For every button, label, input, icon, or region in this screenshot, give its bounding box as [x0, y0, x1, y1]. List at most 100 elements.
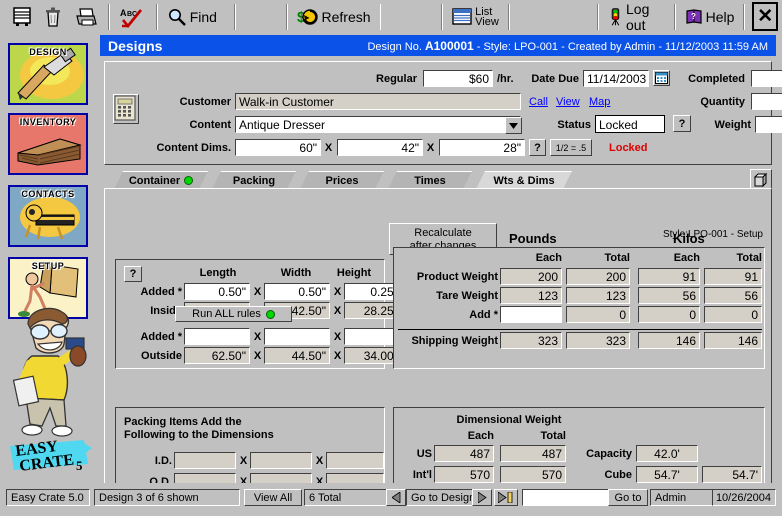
wt-tare-total-lb[interactable]: 123 [566, 287, 630, 304]
wt-tare-total-kg[interactable]: 56 [704, 287, 762, 304]
status-field[interactable]: Locked [595, 115, 665, 133]
quantity-field[interactable]: 1 [751, 93, 782, 110]
spellcheck-button[interactable]: A BC [114, 2, 152, 31]
dims-col-length: Length [199, 267, 237, 279]
dims-outside-width[interactable]: 44.50" [264, 347, 330, 364]
logout-button[interactable]: Log out [603, 1, 670, 33]
tab-prices-label: Prices [325, 174, 359, 187]
find-button[interactable]: Find [162, 2, 222, 31]
tab-times-label: Times [414, 174, 446, 187]
dims-added2-length[interactable] [184, 328, 250, 345]
packing-id-3[interactable] [326, 452, 384, 469]
calculator-icon [114, 95, 136, 121]
tab-packing[interactable]: Packing [212, 171, 296, 189]
tab-container[interactable]: Container [114, 171, 208, 189]
wt-shipping-total-kg[interactable]: 146 [704, 332, 762, 349]
cube-field-1[interactable]: 54.7' [636, 466, 698, 483]
goto-button[interactable]: Go to [608, 489, 648, 506]
tab-packing-label: Packing [232, 174, 276, 187]
run-all-rules-button[interactable]: Run ALL rules [175, 306, 292, 322]
close-button[interactable]: ✕ [752, 2, 779, 31]
sidebar-item-inventory[interactable]: INVENTORY [8, 113, 88, 175]
completed-field[interactable] [751, 70, 782, 87]
wt-shipping-each-lb[interactable]: 323 [500, 332, 562, 349]
record-meta: Design No. A100001 - Style: LPO-001 - Cr… [367, 39, 768, 53]
wt-add-total-kg[interactable]: 0 [704, 306, 762, 323]
locked-note: Locked [609, 142, 648, 154]
wt-product-total-lb[interactable]: 200 [566, 268, 630, 285]
current-date: 10/26/2004 [712, 489, 776, 506]
customer-field[interactable]: Walk-in Customer [235, 93, 521, 110]
dims-row-added2-label: Added * [140, 331, 182, 343]
wt-shipping-total-lb[interactable]: 323 [566, 332, 630, 349]
packing-id-1[interactable] [174, 452, 236, 469]
main-toolbar: A BC Find $ Refresh List View Log out ? … [0, 0, 782, 34]
content-field[interactable]: Antique Dresser [235, 116, 521, 133]
customer-label: Customer [179, 96, 231, 108]
list-view-label: List View [475, 6, 499, 27]
sidebar-label-inventory: INVENTORY [19, 117, 77, 127]
dimensions-help-button[interactable]: ? [124, 266, 142, 282]
capacity-field[interactable]: 42.0' [636, 445, 698, 462]
regular-field[interactable]: $60 [423, 70, 493, 87]
previous-record-button[interactable] [386, 489, 406, 506]
dimweight-us-label: US [416, 448, 432, 460]
map-link[interactable]: Map [589, 96, 610, 108]
tab-prices[interactable]: Prices [300, 171, 384, 189]
delete-button[interactable] [38, 2, 68, 31]
run-all-status-dot [265, 309, 275, 319]
dims-added1-length[interactable]: 0.50" [184, 283, 250, 300]
dimweight-us-each[interactable]: 487 [434, 445, 494, 462]
status-help-button[interactable]: ? [673, 115, 691, 132]
wt-row-add-label: Add * [469, 309, 498, 321]
dims-added1-width[interactable]: 0.50" [264, 283, 330, 300]
view-all-button[interactable]: View All [244, 489, 302, 506]
next-record-button[interactable] [472, 489, 492, 506]
dims-help-button[interactable]: ? [529, 139, 546, 156]
delete-icon [46, 7, 60, 27]
wt-add-total-lb[interactable]: 0 [566, 306, 630, 323]
sidebar-item-design[interactable]: DESIGN [8, 43, 88, 105]
wt-tare-each-kg[interactable]: 56 [638, 287, 700, 304]
dimweight-intl-each[interactable]: 570 [434, 466, 494, 483]
content-label: Content [189, 119, 231, 131]
help-button[interactable]: ? Help [680, 2, 740, 31]
dimweight-intl-total[interactable]: 570 [500, 466, 566, 483]
content-dim-length-field[interactable]: 60" [235, 139, 321, 156]
dims-added2-width[interactable] [264, 328, 330, 345]
app-version: Easy Crate 5.0 [6, 489, 90, 506]
print-button[interactable] [68, 2, 104, 31]
content-dim-height-field[interactable]: 28" [439, 139, 525, 156]
sidebar-label-design: DESIGN [29, 47, 67, 57]
weight-field[interactable]: 200 [755, 116, 782, 133]
sidebar-label-setup: SETUP [31, 261, 65, 271]
record-position: Design 3 of 6 shown [94, 489, 240, 506]
wt-add-each-lb[interactable] [500, 306, 562, 323]
content-dim-width-field[interactable]: 42" [337, 139, 423, 156]
dims-outside-length[interactable]: 62.50" [184, 347, 250, 364]
sidebar-item-contacts[interactable]: CONTACTS [8, 185, 88, 247]
tab-times[interactable]: Times [388, 171, 472, 189]
wt-tare-each-lb[interactable]: 123 [500, 287, 562, 304]
half-decimal-button[interactable]: 1/2 = .5 [550, 139, 592, 156]
last-record-button[interactable] [494, 489, 518, 506]
cube-field-2[interactable]: 54.7' [702, 466, 762, 483]
view-link[interactable]: View [556, 96, 580, 108]
refresh-button[interactable]: $ Refresh [292, 2, 376, 31]
call-link[interactable]: Call [529, 96, 548, 108]
wt-product-total-kg[interactable]: 91 [704, 268, 762, 285]
wt-shipping-each-kg[interactable]: 146 [638, 332, 700, 349]
tab-wts-dims[interactable]: Wts & Dims [476, 171, 572, 189]
dimweight-us-total[interactable]: 487 [500, 445, 566, 462]
wt-product-each-kg[interactable]: 91 [638, 268, 700, 285]
records-button[interactable] [6, 2, 38, 31]
wt-product-each-lb[interactable]: 200 [500, 268, 562, 285]
date-due-field[interactable]: 11/14/2003 [583, 70, 649, 87]
wt-add-each-kg[interactable]: 0 [638, 306, 700, 323]
calculator-button[interactable] [113, 94, 139, 124]
list-view-button[interactable]: List View [447, 2, 504, 31]
packing-id-2[interactable] [250, 452, 312, 469]
toolbar-separator [108, 3, 110, 30]
spellcheck-icon: A BC [120, 8, 142, 28]
dims-x-c1: X [253, 331, 262, 343]
